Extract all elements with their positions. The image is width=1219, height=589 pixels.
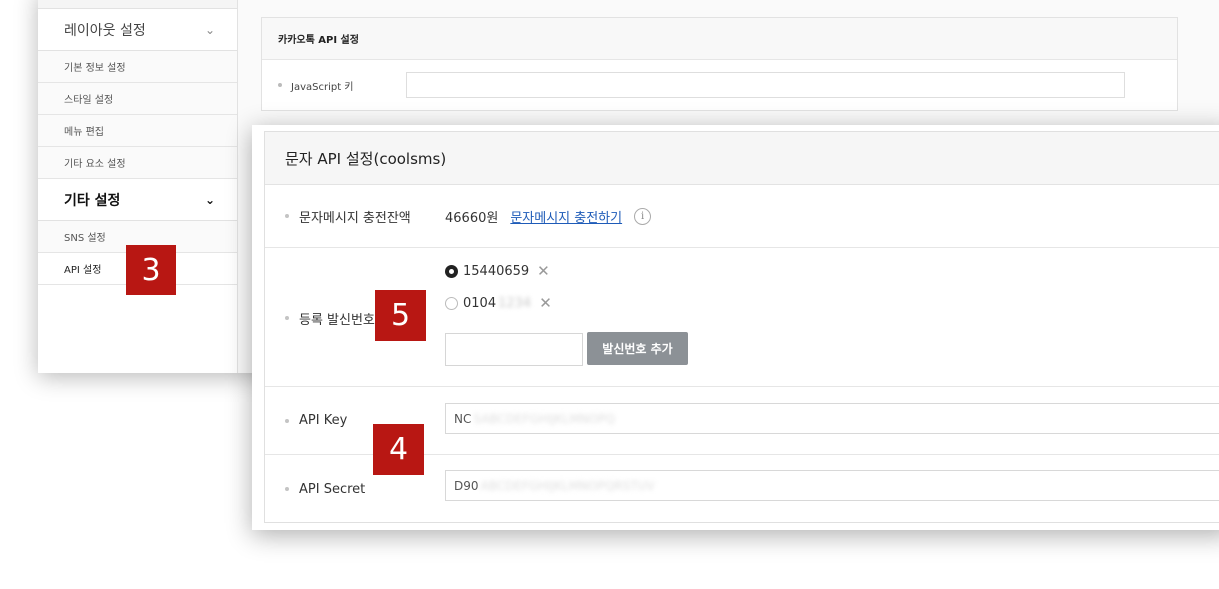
sidebar-group-label: 레이아웃 설정 [64, 22, 146, 39]
sidebar-item-basic-info[interactable]: 기본 정보 설정 [38, 51, 237, 83]
bullet-icon [278, 83, 282, 87]
api-key-label-wrap: API Key [285, 387, 347, 454]
sidebar: 레이아웃 설정 ⌄ 기본 정보 설정 스타일 설정 메뉴 편집 기타 요소 설정… [38, 0, 238, 373]
sidebar-group-layout[interactable]: 레이아웃 설정 ⌄ [38, 9, 237, 51]
kakao-api-section: 카카오톡 API 설정 JavaScript 키 [261, 17, 1178, 111]
bullet-icon [285, 487, 289, 491]
sender-label-wrap: 등록 발신번호 [285, 303, 375, 333]
remove-sender-icon[interactable]: ✕ [537, 262, 550, 280]
sidebar-item-other-elements[interactable]: 기타 요소 설정 [38, 147, 237, 179]
js-key-label: JavaScript 키 [291, 81, 354, 93]
chevron-down-icon: ⌄ [204, 22, 215, 37]
api-secret-label-wrap: API Secret [285, 455, 365, 523]
sidebar-item-label: SNS 설정 [64, 233, 106, 244]
balance-value-wrap: 46660원 문자메시지 충전하기 i [445, 185, 652, 247]
sender-number: 0104 [463, 295, 497, 311]
chevron-down-icon: ⌄ [204, 192, 215, 207]
balance-row: 문자메시지 충전잔액 46660원 문자메시지 충전하기 i [265, 185, 1219, 248]
bullet-icon [285, 316, 289, 320]
sidebar-item-label: 메뉴 편집 [64, 127, 104, 138]
bullet-icon [285, 214, 289, 218]
sidebar-item-label: 기타 요소 설정 [64, 159, 126, 170]
balance-label: 문자메시지 충전잔액 [299, 210, 411, 226]
api-key-input[interactable]: NC SABCDEFGHIJKLMNOPQ [445, 403, 1219, 434]
sidebar-item-label: 스타일 설정 [64, 95, 114, 106]
sender-option[interactable]: 0104 1234 ✕ [445, 294, 552, 312]
sidebar-group-other[interactable]: 기타 설정 ⌄ [38, 179, 237, 221]
step-badge-5: 5 [375, 290, 426, 341]
charge-link[interactable]: 문자메시지 충전하기 [510, 207, 622, 226]
balance-label-wrap: 문자메시지 충전잔액 [285, 185, 411, 247]
radio-selected-icon[interactable] [445, 264, 458, 278]
sender-number-redacted: 1234 [498, 295, 532, 311]
sender-label: 등록 발신번호 [299, 312, 375, 328]
info-icon[interactable]: i [634, 207, 652, 225]
api-key-label: API Key [299, 413, 348, 428]
api-secret-input[interactable]: D90 ABCDEFGHIJKLMNOPQRSTUV [445, 470, 1219, 501]
api-key-value: NC [454, 411, 472, 426]
remove-sender-icon[interactable]: ✕ [539, 294, 552, 312]
sidebar-item-label: API 설정 [64, 265, 102, 276]
step-badge-3: 3 [126, 245, 176, 295]
api-secret-value: D90 [454, 478, 479, 493]
api-key-redacted: SABCDEFGHIJKLMNOPQ [473, 411, 615, 426]
sidebar-item-style[interactable]: 스타일 설정 [38, 83, 237, 115]
js-key-input[interactable] [406, 72, 1125, 98]
api-secret-label: API Secret [299, 481, 366, 497]
section-title: 카카오톡 API 설정 [262, 18, 1177, 60]
section-title: 문자 API 설정(coolsms) [265, 132, 1219, 185]
sender-option[interactable]: 15440659 ✕ [445, 262, 550, 280]
balance-value: 46660원 [445, 210, 499, 226]
step-badge-4: 4 [373, 424, 424, 475]
sidebar-item-label: 기본 정보 설정 [64, 63, 126, 74]
new-sender-input[interactable] [445, 333, 583, 366]
sidebar-group-label: 기타 설정 [64, 192, 121, 209]
add-sender-button[interactable]: 발신번호 추가 [587, 332, 688, 365]
bullet-icon [285, 418, 289, 423]
radio-unselected-icon[interactable] [445, 296, 458, 310]
sidebar-top-strip [38, 0, 237, 9]
sender-number: 15440659 [463, 263, 530, 279]
sidebar-item-menu-edit[interactable]: 메뉴 편집 [38, 115, 237, 147]
api-secret-redacted: ABCDEFGHIJKLMNOPQRSTUV [480, 478, 655, 493]
